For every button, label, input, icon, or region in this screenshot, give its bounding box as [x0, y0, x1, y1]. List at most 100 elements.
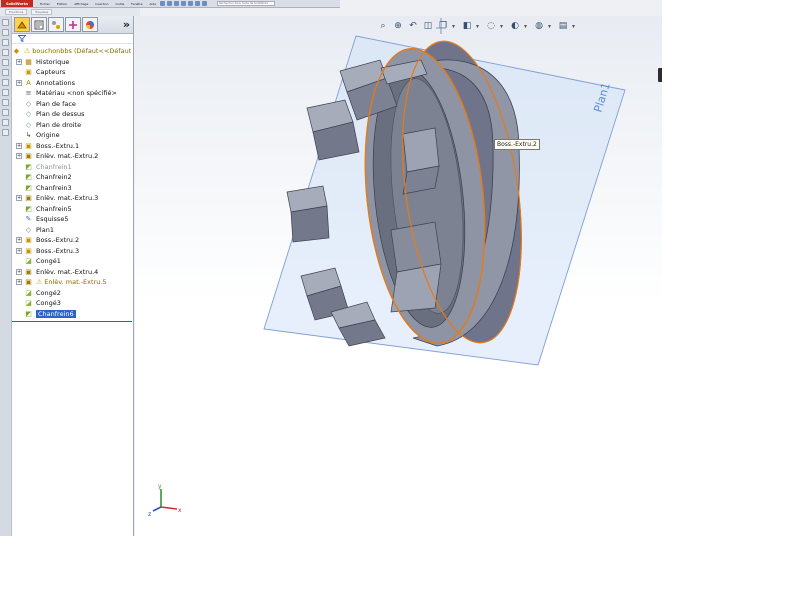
cap-tab: [286, 185, 330, 243]
feature-manager-panel: » ◆ ⚠ bouchonbbs (Défaut<<Défaut + ▦ Historiq…: [12, 16, 134, 536]
rollback-bar[interactable]: [12, 321, 132, 322]
tree-item[interactable]: ◪ Congé2: [12, 288, 133, 299]
expand-toggle[interactable]: +: [16, 247, 22, 254]
tool-icon[interactable]: [2, 49, 9, 56]
origin-marker[interactable]: [436, 18, 446, 34]
expand-toggle[interactable]: +: [16, 279, 22, 286]
tree-item[interactable]: ◩ Chanfrein1: [12, 162, 133, 173]
title-bar: SolidWorks Fichier Edition Affichage Ins…: [0, 0, 340, 8]
tree-item[interactable]: + ▣ Boss.-Extru.3: [12, 246, 133, 257]
tree-item[interactable]: + ▣ Enlèv. mat.-Extru.4: [12, 267, 133, 278]
tool-icon[interactable]: [2, 119, 9, 126]
undo-icon[interactable]: [188, 1, 194, 6]
reference-triad: x y z: [148, 483, 182, 517]
chamfer-icon: ◩: [25, 173, 32, 182]
featuremanager-icon[interactable]: [14, 17, 30, 32]
expand-toggle[interactable]: +: [16, 142, 22, 149]
graphics-area[interactable]: ⌕ ⊕ ↶ ◫ ❒ ▾ ◧ ▾ ◌ ▾ ◐ ▾ ◍ ▾ ▤ ▾ Plan1 Bo…: [135, 16, 662, 536]
help-search-input[interactable]: Rechercher dans l'Aide de SolidWorks: [217, 1, 276, 6]
menu-view[interactable]: Affichage: [74, 2, 88, 6]
feature-manager-tabs: »: [12, 16, 133, 34]
expand-toggle[interactable]: +: [16, 58, 22, 65]
menu-window[interactable]: Fenêtre: [131, 2, 142, 6]
tree-item[interactable]: ◇ Plan1: [12, 225, 133, 236]
tree-item[interactable]: + A Annotations: [12, 78, 133, 89]
task-pane-tab[interactable]: [658, 68, 662, 82]
tree-item[interactable]: ◩ Chanfrein6: [12, 309, 133, 320]
tool-icon[interactable]: [2, 99, 9, 106]
tree-item[interactable]: + ▣ Boss.-Extru.1: [12, 141, 133, 152]
tree-item[interactable]: ↳ Origine: [12, 130, 133, 141]
open-icon[interactable]: [167, 1, 173, 6]
tree-item-label: Annotations: [36, 78, 76, 87]
tree-item[interactable]: + ▣ Boss.-Extru.2: [12, 235, 133, 246]
tree-item[interactable]: ◪ Congé3: [12, 298, 133, 309]
tree-item[interactable]: ◩ Chanfrein3: [12, 183, 133, 194]
save-icon[interactable]: [174, 1, 180, 6]
tree-item-label: Congé2: [36, 288, 61, 297]
tree-item[interactable]: ◪ Congé1: [12, 256, 133, 267]
new-icon[interactable]: [160, 1, 166, 6]
tree-item[interactable]: + ▣ Enlèv. mat.-Extru.3: [12, 193, 133, 204]
tree-item-label: Boss.-Extru.2: [36, 236, 80, 245]
options-icon[interactable]: [202, 1, 208, 6]
tool-icon[interactable]: [2, 129, 9, 136]
cut-extrude-icon: ▣: [25, 152, 32, 161]
filter-icon[interactable]: [18, 35, 26, 42]
chamfer-icon: ◩: [25, 183, 32, 192]
tree-item[interactable]: ◩ Chanfrein5: [12, 204, 133, 215]
tree-item[interactable]: ◇ Plan de dessus: [12, 109, 133, 120]
tool-icon[interactable]: [2, 109, 9, 116]
tree-item[interactable]: + ▦ Historique: [12, 57, 133, 68]
tree-item[interactable]: ✎ Esquisse5: [12, 214, 133, 225]
tool-icon[interactable]: [2, 79, 9, 86]
sensor-icon: ▣: [25, 68, 32, 77]
tree-item-label: Plan1: [36, 225, 54, 234]
tree-item[interactable]: + ▣ Enlèv. mat.-Extru.2: [12, 151, 133, 162]
command-manager-tabs: Fonctions Esquisse: [0, 8, 140, 16]
menu-insert[interactable]: Insertion: [95, 2, 108, 6]
propertymanager-icon[interactable]: [31, 17, 47, 32]
tool-icon[interactable]: [2, 69, 9, 76]
tree-item-label: Congé3: [36, 299, 61, 308]
expand-toggle[interactable]: +: [16, 195, 22, 202]
plane-icon: ◇: [25, 120, 32, 129]
tree-item[interactable]: + ▣ ⚠ Enlèv. mat.-Extru.5: [12, 277, 133, 288]
tool-icon[interactable]: [2, 29, 9, 36]
tree-item[interactable]: ≡ Matériau <non spécifié>: [12, 88, 133, 99]
dimxpert-icon[interactable]: [65, 17, 81, 32]
sketch-icon: ✎: [25, 215, 32, 224]
tree-item-label: Congé1: [36, 257, 61, 266]
tree-item[interactable]: ◇ Plan de face: [12, 99, 133, 110]
configurationmanager-icon[interactable]: [48, 17, 64, 32]
tab-sketch[interactable]: Esquisse: [31, 9, 53, 15]
tab-features[interactable]: Fonctions: [5, 9, 28, 15]
print-icon[interactable]: [181, 1, 187, 6]
tree-item[interactable]: ▣ Capteurs: [12, 67, 133, 78]
tree-item-label: Enlèv. mat.-Extru.4: [36, 267, 99, 276]
expand-toggle[interactable]: +: [16, 237, 22, 244]
menu-edit[interactable]: Edition: [57, 2, 67, 6]
expand-toggle[interactable]: +: [16, 79, 22, 86]
menu-help[interactable]: Aide: [150, 2, 157, 6]
display-manager-icon[interactable]: [82, 17, 98, 32]
menu-file[interactable]: Fichier: [40, 2, 50, 6]
model-view[interactable]: Plan1: [135, 16, 662, 536]
expand-panel-button[interactable]: »: [123, 18, 130, 31]
tool-icon[interactable]: [2, 59, 9, 66]
rebuild-icon[interactable]: [195, 1, 201, 6]
tool-icon[interactable]: [2, 39, 9, 46]
plane-icon: ◇: [25, 99, 32, 108]
tree-item-label: Boss.-Extru.1: [36, 141, 80, 150]
tree-item-label: Origine: [36, 131, 60, 140]
expand-toggle[interactable]: +: [16, 153, 22, 160]
menu-tools[interactable]: Outils: [115, 2, 124, 6]
origin-icon: ↳: [25, 131, 32, 140]
tree-item[interactable]: ◩ Chanfrein2: [12, 172, 133, 183]
tool-icon[interactable]: [2, 19, 9, 26]
expand-toggle[interactable]: +: [16, 268, 22, 275]
tree-item[interactable]: ◆ ⚠ bouchonbbs (Défaut<<Défaut: [12, 46, 133, 57]
tree-item[interactable]: ◇ Plan de droite: [12, 120, 133, 131]
tree-item-label: Plan de dessus: [36, 110, 85, 119]
tool-icon[interactable]: [2, 89, 9, 96]
